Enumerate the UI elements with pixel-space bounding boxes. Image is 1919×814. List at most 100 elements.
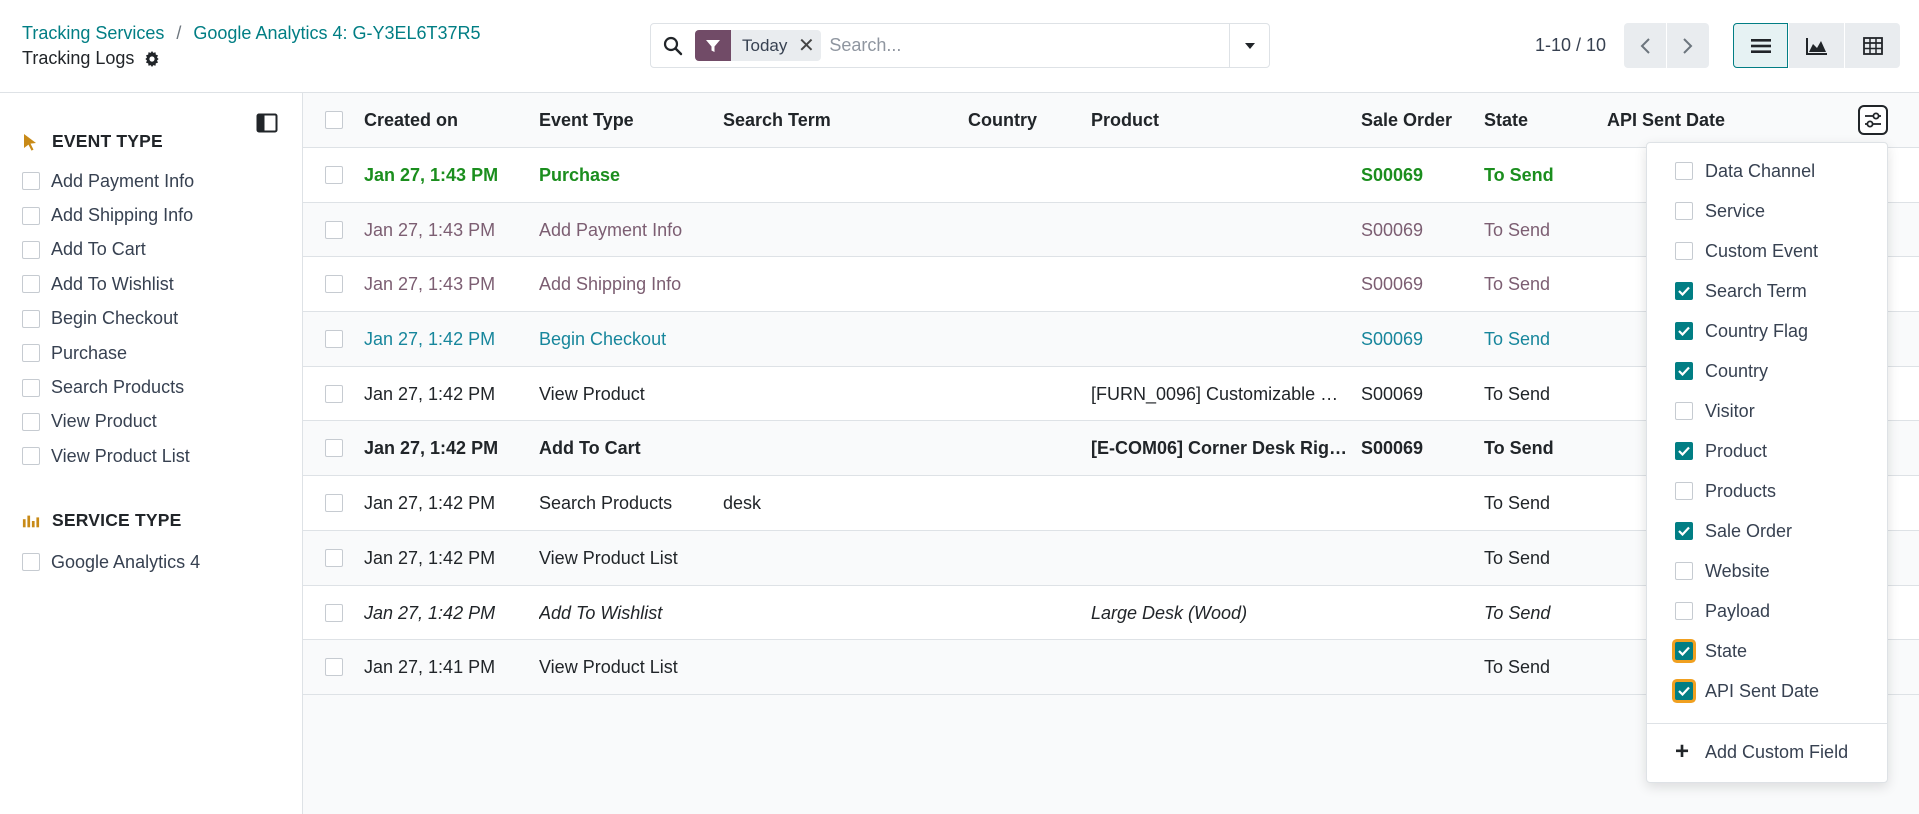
optional-column-item[interactable]: Service [1675, 191, 1819, 231]
event-type-title: EVENT TYPE [52, 131, 163, 151]
filter-item[interactable]: Begin Checkout [22, 302, 194, 336]
optional-column-checkbox[interactable] [1675, 602, 1693, 620]
filter-checkbox[interactable] [22, 378, 40, 397]
optional-column-checkbox[interactable] [1675, 522, 1693, 540]
optional-column-checkbox[interactable] [1675, 162, 1693, 180]
row-checkbox[interactable] [325, 603, 343, 622]
optional-column-label: Visitor [1705, 400, 1755, 421]
breadcrumb-google-analytics[interactable]: Google Analytics 4: G-Y3EL6T37R5 [193, 23, 480, 44]
pager-next-button[interactable] [1667, 23, 1709, 68]
optional-column-item[interactable]: Products [1675, 471, 1819, 511]
optional-columns-toggle[interactable] [1858, 105, 1888, 135]
optional-column-item[interactable]: Custom Event [1675, 231, 1819, 271]
row-checkbox[interactable] [325, 658, 343, 677]
column-country[interactable]: Country [968, 110, 1037, 131]
cell-state: To Send [1484, 329, 1551, 350]
filter-checkbox[interactable] [22, 240, 40, 259]
optional-column-item[interactable]: API Sent Date [1675, 671, 1819, 711]
column-sale-order[interactable]: Sale Order [1361, 110, 1452, 131]
column-created-on[interactable]: Created on [364, 110, 458, 131]
optional-column-checkbox[interactable] [1675, 282, 1693, 300]
row-checkbox[interactable] [325, 220, 343, 239]
optional-column-checkbox[interactable] [1675, 442, 1693, 460]
row-checkbox[interactable] [325, 494, 343, 513]
cell-state: To Send [1484, 493, 1551, 514]
filter-item[interactable]: View Product [22, 405, 194, 439]
filter-checkbox[interactable] [22, 447, 40, 466]
search-input[interactable] [827, 25, 1229, 66]
column-state[interactable]: State [1484, 110, 1528, 131]
optional-column-checkbox[interactable] [1675, 242, 1693, 260]
filter-item[interactable]: View Product List [22, 439, 194, 473]
list-view-button[interactable] [1733, 23, 1788, 68]
optional-column-item[interactable]: Sale Order [1675, 511, 1819, 551]
optional-column-item[interactable]: Country Flag [1675, 311, 1819, 351]
optional-column-item[interactable]: Website [1675, 551, 1819, 591]
filter-item[interactable]: Add Shipping Info [22, 198, 194, 232]
filter-checkbox[interactable] [22, 553, 40, 572]
optional-column-item[interactable]: Payload [1675, 591, 1819, 631]
close-icon[interactable]: ✕ [797, 33, 821, 58]
breadcrumb-tracking-services[interactable]: Tracking Services [22, 23, 164, 44]
select-all-checkbox[interactable] [325, 111, 343, 129]
row-checkbox[interactable] [325, 330, 343, 349]
optional-column-item[interactable]: Search Term [1675, 271, 1819, 311]
pager-previous-button[interactable] [1624, 23, 1666, 68]
optional-column-checkbox[interactable] [1675, 202, 1693, 220]
optional-column-label: Search Term [1705, 280, 1807, 301]
optional-column-label: Service [1705, 200, 1766, 221]
optional-column-checkbox[interactable] [1675, 402, 1693, 420]
filter-item[interactable]: Google Analytics 4 [22, 545, 200, 579]
optional-column-item[interactable]: Visitor [1675, 391, 1819, 431]
filter-checkbox[interactable] [22, 275, 40, 294]
row-checkbox[interactable] [325, 166, 343, 184]
sidebar-collapse-icon[interactable] [256, 113, 278, 133]
optional-column-item[interactable]: Country [1675, 351, 1819, 391]
search-options-toggle[interactable] [1229, 24, 1269, 67]
gear-icon[interactable] [144, 50, 160, 67]
filter-checkbox[interactable] [22, 172, 40, 191]
optional-column-checkbox[interactable] [1675, 682, 1693, 700]
search-icon[interactable] [651, 36, 695, 56]
optional-column-checkbox[interactable] [1675, 562, 1693, 580]
column-api-sent-date[interactable]: API Sent Date [1607, 110, 1725, 131]
optional-column-checkbox[interactable] [1675, 642, 1693, 660]
optional-column-checkbox[interactable] [1675, 482, 1693, 500]
row-checkbox[interactable] [325, 275, 343, 294]
plus-icon: + [1675, 738, 1690, 765]
filter-checkbox[interactable] [22, 412, 40, 431]
column-event-type[interactable]: Event Type [539, 110, 634, 131]
filter-checkbox[interactable] [22, 206, 40, 225]
column-search-term[interactable]: Search Term [723, 110, 831, 131]
row-checkbox[interactable] [325, 384, 343, 403]
row-checkbox[interactable] [325, 548, 343, 567]
view-switcher [1733, 23, 1901, 68]
graph-view-button[interactable] [1789, 23, 1844, 68]
cell-created-on: Jan 27, 1:42 PM [364, 493, 496, 514]
filter-item[interactable]: Purchase [22, 336, 194, 370]
pager-value[interactable]: 1-10 / 10 [1535, 35, 1606, 56]
check-icon [1678, 646, 1690, 656]
add-custom-field-button[interactable]: + Add Custom Field [1675, 740, 1848, 764]
row-checkbox[interactable] [325, 439, 343, 458]
cell-sale-order: S00069 [1361, 219, 1424, 240]
pivot-view-button[interactable] [1845, 23, 1900, 68]
optional-column-item[interactable]: Product [1675, 431, 1819, 471]
check-icon [1678, 446, 1690, 456]
check-icon [1678, 366, 1690, 376]
optional-column-item[interactable]: Data Channel [1675, 151, 1819, 191]
filter-checkbox[interactable] [22, 344, 40, 363]
filter-item[interactable]: Add Payment Info [22, 164, 194, 198]
filter-checkbox[interactable] [22, 309, 40, 328]
column-product[interactable]: Product [1091, 110, 1159, 131]
optional-column-item[interactable]: State [1675, 631, 1819, 671]
check-icon [1678, 286, 1690, 296]
cell-created-on: Jan 27, 1:43 PM [364, 165, 499, 185]
cell-event-type: Add To Wishlist [539, 602, 663, 623]
filter-item[interactable]: Search Products [22, 370, 194, 404]
filter-item[interactable]: Add To Wishlist [22, 267, 194, 301]
optional-column-checkbox[interactable] [1675, 362, 1693, 380]
optional-column-checkbox[interactable] [1675, 322, 1693, 340]
cell-state: To Send [1484, 438, 1554, 459]
filter-item[interactable]: Add To Cart [22, 233, 194, 267]
